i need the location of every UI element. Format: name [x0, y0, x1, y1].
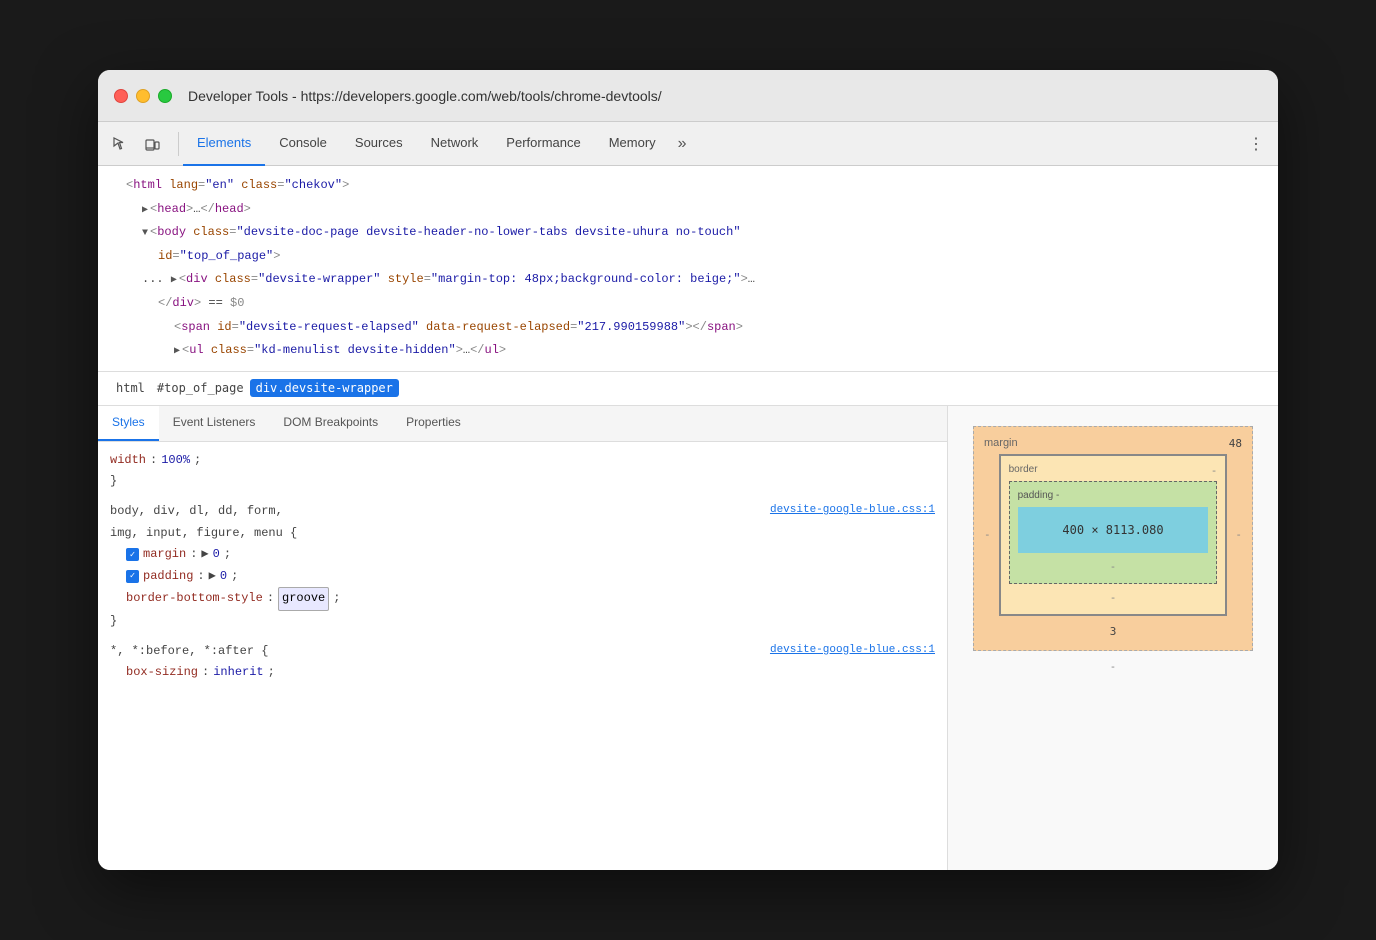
tab-navigation: Elements Console Sources Network Perform…: [183, 122, 695, 165]
breadcrumb-bar: html #top_of_page div.devsite-wrapper: [98, 372, 1278, 406]
content-box: 400 × 8113.080: [1018, 507, 1209, 553]
breadcrumb-devsite-wrapper[interactable]: div.devsite-wrapper: [250, 379, 399, 397]
margin-label: margin: [984, 437, 1018, 449]
tab-dom-breakpoints[interactable]: DOM Breakpoints: [269, 406, 392, 441]
css-rule-3: *, *:before, *:after { devsite-google-bl…: [110, 641, 935, 684]
styles-content: width: 100%; } body, div, dl, dd, form, …: [98, 442, 947, 870]
tab-performance[interactable]: Performance: [492, 122, 594, 166]
css-rule-2-selector: body, div, dl, dd, form, devsite-google-…: [110, 501, 935, 523]
toolbar-divider: [178, 132, 179, 156]
css-rule-1-prop-width: width: 100%;: [110, 450, 935, 472]
html-line-4[interactable]: id="top_of_page">: [98, 245, 1278, 269]
tab-sources[interactable]: Sources: [341, 122, 417, 166]
padding-box: padding - 400 × 8113.080 -: [1009, 481, 1218, 584]
padding-bottom-value: -: [1111, 561, 1115, 573]
css-rule-3-selector: *, *:before, *:after { devsite-google-bl…: [110, 641, 935, 663]
minimize-button[interactable]: [136, 89, 150, 103]
margin-top-value: 48: [1229, 437, 1242, 450]
close-button[interactable]: [114, 89, 128, 103]
margin-box: margin 48 - border -: [973, 426, 1253, 651]
css-rule-3-box-sizing: box-sizing: inherit;: [110, 662, 935, 684]
box-model-diagram: margin 48 - border -: [973, 426, 1253, 675]
tab-elements[interactable]: Elements: [183, 122, 265, 166]
devtools-toolbar: Elements Console Sources Network Perform…: [98, 122, 1278, 166]
box-model-panel: margin 48 - border -: [948, 406, 1278, 870]
tab-console[interactable]: Console: [265, 122, 341, 166]
tab-properties[interactable]: Properties: [392, 406, 475, 441]
html-line-7[interactable]: <span id="devsite-request-elapsed" data-…: [98, 316, 1278, 340]
html-line-8[interactable]: ▶<ul class="kd-menulist devsite-hidden">…: [98, 339, 1278, 363]
border-bottom-value: -: [1110, 591, 1117, 604]
css-link-1[interactable]: devsite-google-blue.css:1: [770, 501, 935, 523]
html-line-2[interactable]: ▶<head>…</head>: [98, 198, 1278, 222]
tab-memory[interactable]: Memory: [595, 122, 670, 166]
tab-more-button[interactable]: »: [670, 122, 695, 166]
window-title: Developer Tools - https://developers.goo…: [188, 88, 662, 104]
tab-network[interactable]: Network: [417, 122, 493, 166]
css-rule-2-selector2: img, input, figure, menu {: [110, 523, 935, 545]
css-rule-1-close: }: [110, 471, 935, 493]
margin-right-value: -: [1235, 528, 1242, 541]
css-rule-2-padding: padding:▶ 0;: [110, 566, 935, 588]
breadcrumb-html[interactable]: html: [110, 379, 151, 397]
content-size: 400 × 8113.080: [1062, 523, 1163, 537]
title-bar: Developer Tools - https://developers.goo…: [98, 70, 1278, 122]
bottom-panel: Styles Event Listeners DOM Breakpoints P…: [98, 406, 1278, 870]
css-rule-1: width: 100%; }: [110, 450, 935, 493]
traffic-lights: [114, 89, 172, 103]
maximize-button[interactable]: [158, 89, 172, 103]
padding-checkbox[interactable]: [126, 570, 139, 583]
html-tree-panel: <html lang="en" class="chekov"> ▶<head>……: [98, 166, 1278, 372]
device-toolbar-button[interactable]: [138, 130, 166, 158]
margin-checkbox[interactable]: [126, 548, 139, 561]
html-line-6[interactable]: </div> == $0: [98, 292, 1278, 316]
css-rule-2: body, div, dl, dd, form, devsite-google-…: [110, 501, 935, 633]
border-label: border: [1009, 464, 1038, 475]
margin-left-value: -: [984, 528, 991, 541]
padding-label: padding -: [1018, 490, 1060, 501]
css-rule-2-margin: margin:▶ 0;: [110, 544, 935, 566]
tab-event-listeners[interactable]: Event Listeners: [159, 406, 270, 441]
css-link-2[interactable]: devsite-google-blue.css:1: [770, 641, 935, 663]
border-top-value: -: [1211, 464, 1218, 477]
html-line-5[interactable]: ... ▶<div class="devsite-wrapper" style=…: [98, 268, 1278, 292]
margin-bottom-value: 3: [1110, 625, 1117, 638]
html-line-3[interactable]: ▼<body class="devsite-doc-page devsite-h…: [98, 221, 1278, 245]
html-line-1[interactable]: <html lang="en" class="chekov">: [98, 174, 1278, 198]
groove-value: groove: [278, 587, 329, 611]
css-rule-2-border-bottom-style: border-bottom-style: groove;: [110, 587, 935, 611]
styles-panel: Styles Event Listeners DOM Breakpoints P…: [98, 406, 948, 870]
tab-styles[interactable]: Styles: [98, 406, 159, 441]
devtools-window: Developer Tools - https://developers.goo…: [98, 70, 1278, 870]
styles-tabs: Styles Event Listeners DOM Breakpoints P…: [98, 406, 947, 442]
bottom-extra-value: -: [1111, 661, 1115, 673]
css-rule-2-close: }: [110, 611, 935, 633]
toolbar-menu-button[interactable]: ⋮: [1242, 130, 1270, 158]
toolbar-icons: [106, 130, 166, 158]
breadcrumb-top-of-page[interactable]: #top_of_page: [151, 379, 250, 397]
inspect-element-button[interactable]: [106, 130, 134, 158]
border-box: border - padding - 400 × 8113.080: [999, 454, 1228, 616]
